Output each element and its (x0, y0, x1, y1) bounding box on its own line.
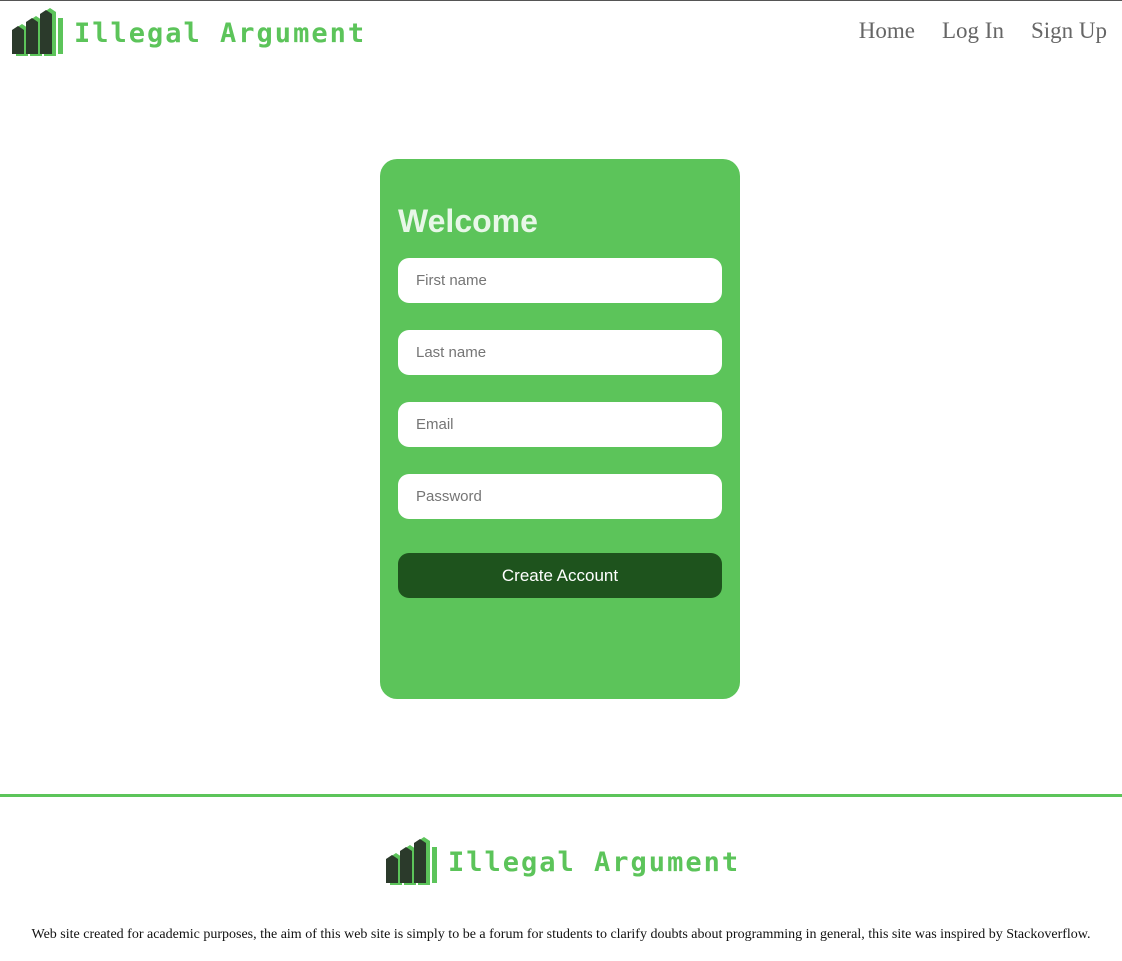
site-name: Illegal Argument (74, 17, 367, 49)
top-border (0, 0, 1122, 1)
footer-divider (0, 794, 1122, 797)
footer-logo: Illegal Argument (386, 835, 740, 885)
create-account-button[interactable]: Create Account (398, 553, 722, 598)
email-input[interactable] (398, 402, 722, 447)
site-logo[interactable]: Illegal Argument (12, 6, 366, 56)
stacked-bars-logo-icon (12, 8, 63, 56)
signup-title: Welcome (398, 203, 538, 239)
stacked-bars-logo-icon (386, 837, 437, 885)
nav-signup-link[interactable]: Sign Up (1031, 18, 1107, 44)
password-input[interactable] (398, 474, 722, 519)
nav-login-link[interactable]: Log In (942, 18, 1004, 44)
first-name-input[interactable] (398, 258, 722, 303)
nav-home-link[interactable]: Home (859, 18, 915, 44)
footer-site-name: Illegal Argument (448, 846, 741, 878)
last-name-input[interactable] (398, 330, 722, 375)
footer-description: Web site created for academic purposes, … (31, 927, 1091, 942)
main-nav: Home Log In Sign Up (859, 18, 1107, 44)
